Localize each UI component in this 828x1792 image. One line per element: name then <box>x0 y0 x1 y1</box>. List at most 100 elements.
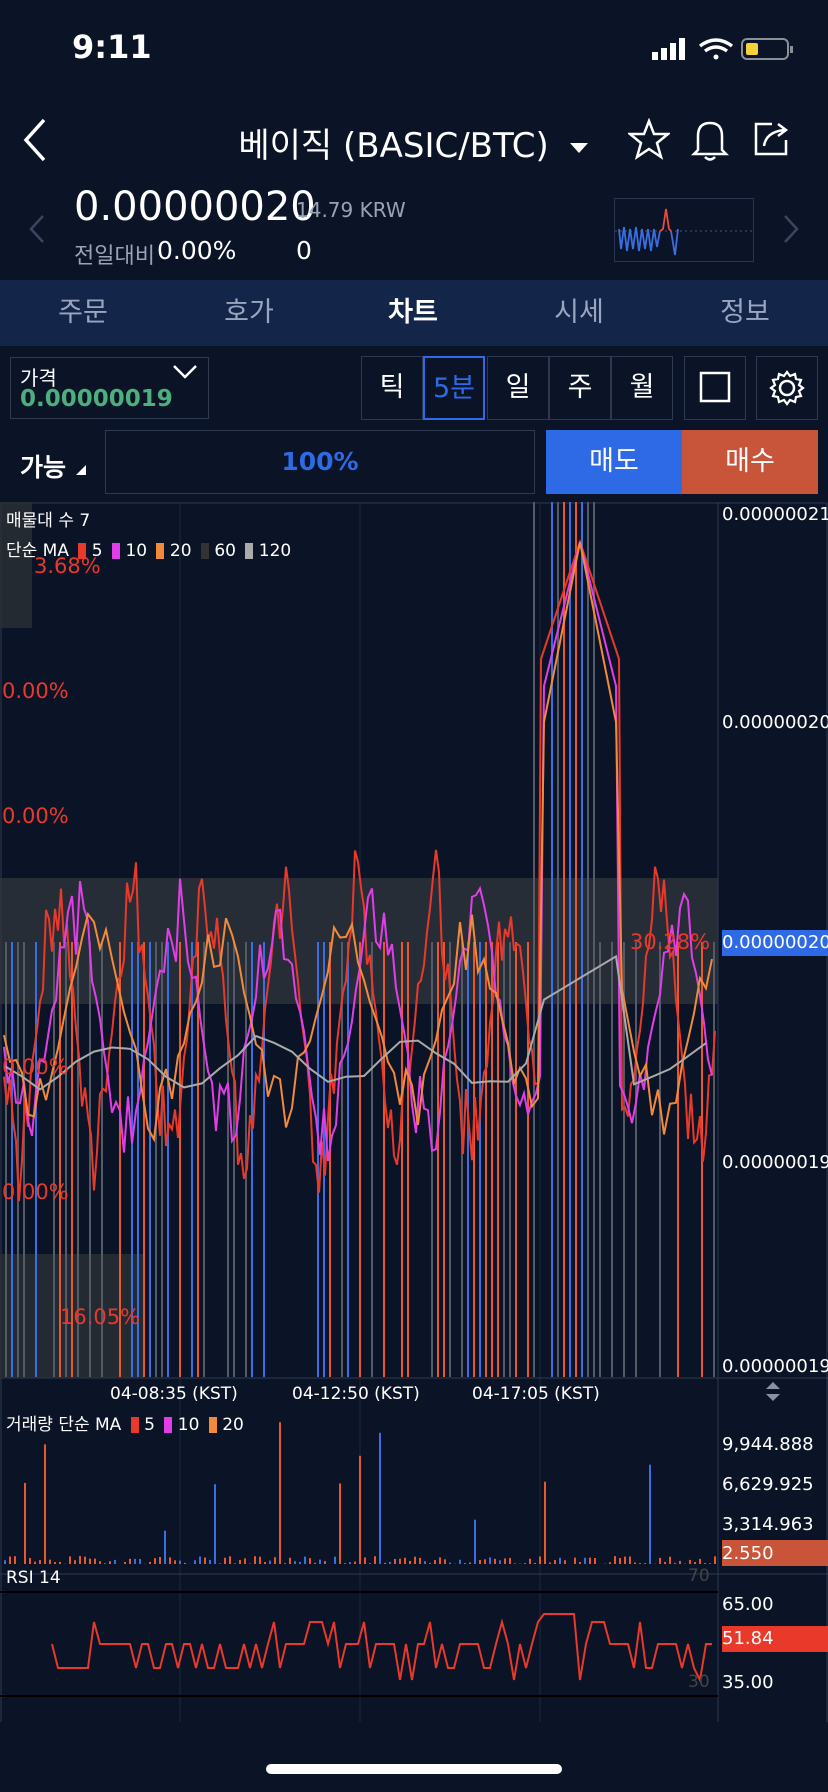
next-market-icon[interactable] <box>782 214 800 244</box>
percent-input[interactable]: 100% <box>105 430 535 494</box>
rsi-current: 51.84 <box>722 1628 774 1649</box>
compare-value: 0.00% <box>157 236 237 265</box>
status-time: 9:11 <box>72 28 152 66</box>
volume-bar <box>459 1559 461 1564</box>
volume-bar <box>394 1559 396 1564</box>
volume-bar <box>124 1562 126 1564</box>
wifi-icon <box>698 38 734 60</box>
square-icon <box>699 371 731 403</box>
x-tick: 04-12:50 (KST) <box>292 1384 420 1404</box>
ma-swatch <box>130 1417 139 1433</box>
volume-bar <box>594 1558 596 1564</box>
volume-bar <box>464 1563 466 1564</box>
volume-legend: 거래량 단순 MA 5 10 20 <box>6 1410 244 1435</box>
home-indicator <box>266 1764 562 1774</box>
volume-bar <box>379 1432 381 1564</box>
settings-button[interactable] <box>756 356 818 420</box>
volume-bar <box>274 1557 276 1564</box>
period-week[interactable]: 주 <box>549 356 611 420</box>
prev-market-icon[interactable] <box>28 214 46 244</box>
volume-y-tick: 6,629.925 <box>722 1474 814 1495</box>
share-icon[interactable] <box>750 118 792 160</box>
chevron-down-icon <box>173 365 197 379</box>
volume-bar <box>534 1562 536 1564</box>
tab-orderbook[interactable]: 호가 <box>166 280 332 346</box>
period-day[interactable]: 일 <box>487 356 549 420</box>
volume-value: 0 <box>296 236 312 265</box>
profile-percent: 0.00% <box>2 1055 69 1079</box>
volume-current: 2.550 <box>722 1543 774 1564</box>
volume-bar <box>94 1558 96 1564</box>
fullscreen-button[interactable] <box>684 356 746 420</box>
volume-bar <box>54 1562 56 1564</box>
volume-bar <box>489 1557 491 1564</box>
chart-area[interactable] <box>0 502 828 1722</box>
volume-bar <box>174 1560 176 1564</box>
volume-bar <box>69 1556 71 1564</box>
volume-bar <box>444 1559 446 1564</box>
available-selector[interactable]: 가능 <box>20 448 87 484</box>
volume-bar <box>269 1560 271 1564</box>
gear-icon <box>769 370 805 406</box>
sell-button[interactable]: 매도 <box>546 430 682 494</box>
bell-icon[interactable] <box>690 118 730 162</box>
volume-bar <box>504 1558 506 1564</box>
rsi-upper: 70 <box>688 1566 710 1586</box>
volume-bar <box>474 1519 476 1564</box>
tab-quotes[interactable]: 시세 <box>496 280 662 346</box>
volume-bar <box>509 1557 511 1564</box>
volume-bar <box>619 1558 621 1564</box>
volume-bar <box>164 1530 166 1564</box>
volume-bar <box>84 1556 86 1564</box>
ma-swatch <box>156 543 165 559</box>
volume-bar <box>564 1560 566 1564</box>
tab-order[interactable]: 주문 <box>0 280 166 346</box>
volume-bar <box>264 1562 266 1564</box>
ma-period: 5 <box>144 1415 155 1435</box>
volume-bar <box>544 1481 546 1564</box>
volume-y-tick: 3,314.963 <box>722 1514 814 1535</box>
volume-bar <box>209 1559 211 1564</box>
volume-bar <box>484 1559 486 1564</box>
volume-bar <box>699 1558 701 1564</box>
rsi-y-tick: 65.00 <box>722 1594 774 1615</box>
volume-bar <box>74 1560 76 1564</box>
volume-bar <box>224 1557 226 1564</box>
tab-info[interactable]: 정보 <box>662 280 828 346</box>
volume-bar <box>59 1561 61 1564</box>
ma-swatch <box>200 543 209 559</box>
star-icon[interactable] <box>628 118 670 160</box>
period-5min[interactable]: 5분 <box>423 356 485 420</box>
volume-bar <box>389 1561 391 1564</box>
volume-bar <box>399 1558 401 1564</box>
profile-percent: 0.00% <box>2 804 69 828</box>
volume-bar <box>439 1557 441 1564</box>
volume-bar <box>639 1563 641 1564</box>
current-price-tag: 0.00000020 <box>722 932 828 953</box>
volume-bar <box>14 1556 16 1564</box>
volume-y-tick: 9,944.888 <box>722 1434 814 1455</box>
volume-bar <box>554 1560 556 1564</box>
volume-bar <box>414 1556 416 1564</box>
ma-swatch <box>164 1417 173 1433</box>
volume-bar <box>179 1560 181 1564</box>
profile-percent: 0.00% <box>2 1180 69 1204</box>
market-title: 베이직 (BASIC/BTC) <box>238 126 549 166</box>
volume-bar <box>319 1559 321 1564</box>
volume-legend-label: 거래량 단순 MA <box>6 1415 122 1435</box>
x-tick: 04-17:05 (KST) <box>472 1384 600 1404</box>
volume-bar <box>49 1559 51 1564</box>
profile-percent: 30.28% <box>630 930 711 954</box>
tab-chart[interactable]: 차트 <box>330 280 496 346</box>
volume-bar <box>219 1563 221 1564</box>
rsi-label: RSI 14 <box>6 1568 61 1588</box>
volume-bar <box>44 1444 46 1564</box>
y-tick: 0.00000020 <box>722 712 828 733</box>
volume-bar <box>614 1556 616 1564</box>
volume-bar <box>409 1560 411 1564</box>
buy-button[interactable]: 매수 <box>682 430 818 494</box>
volume-bar <box>364 1557 366 1564</box>
volume-bar <box>384 1562 386 1564</box>
period-month[interactable]: 월 <box>611 356 673 420</box>
period-tick[interactable]: 틱 <box>361 356 423 420</box>
